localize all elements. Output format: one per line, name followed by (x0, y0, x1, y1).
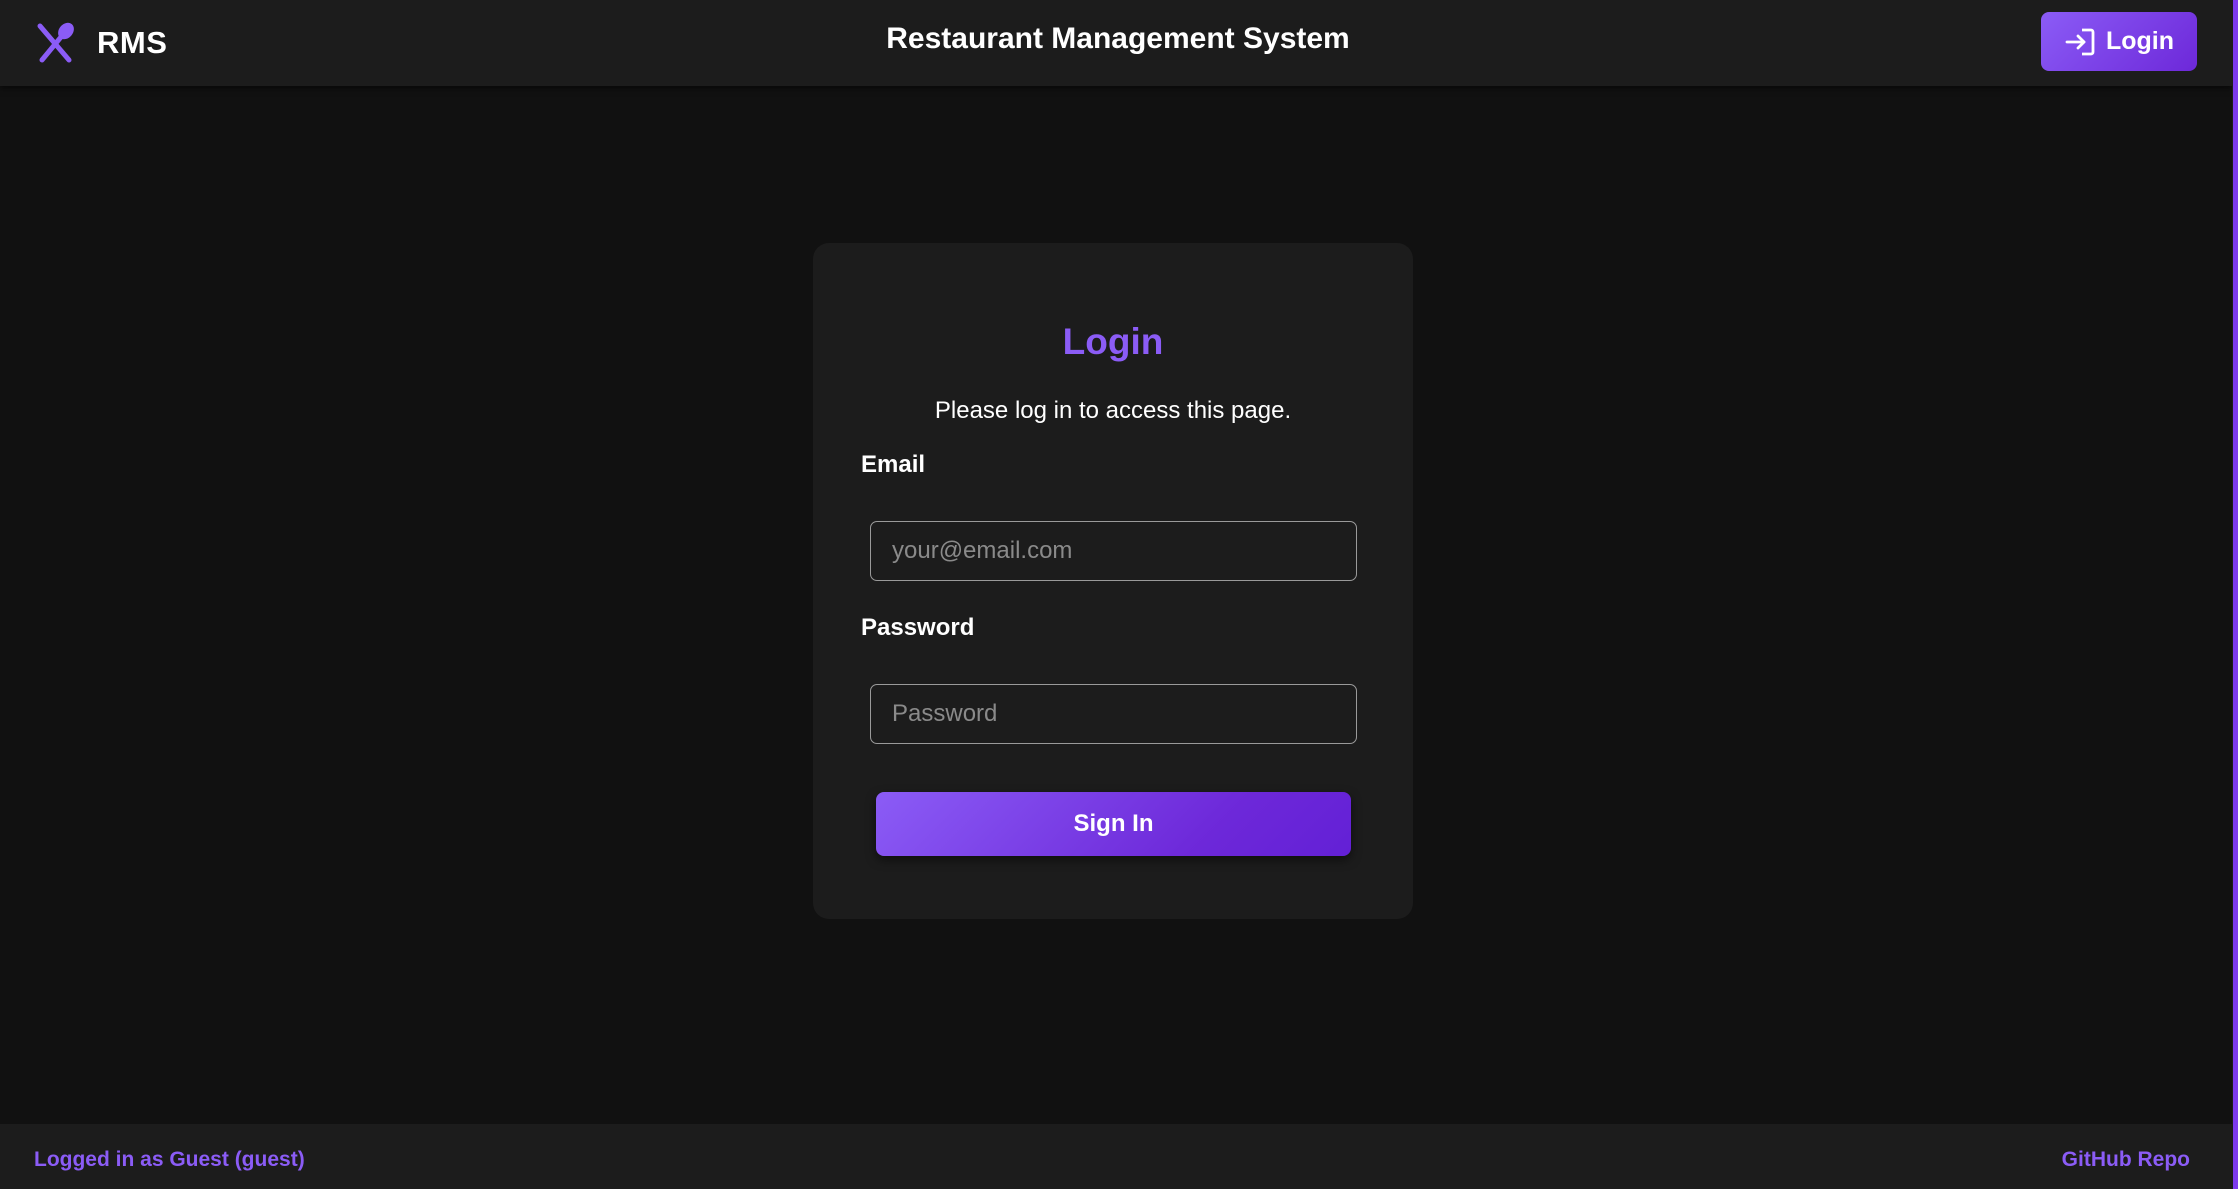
email-field[interactable] (870, 521, 1357, 581)
login-status: Logged in as Guest (guest) (34, 1148, 305, 1171)
login-title: Login (1062, 321, 1164, 362)
page: RMS Restaurant Management System Login L… (0, 0, 2238, 1189)
sign-in-button[interactable]: Sign In (876, 792, 1351, 856)
login-card: Login Please log in to access this page.… (813, 243, 1413, 919)
header-login-button[interactable]: Login (2041, 12, 2197, 71)
header-login-label: Login (2105, 27, 2175, 55)
login-subtitle: Please log in to access this page. (934, 397, 1292, 424)
page-title: Restaurant Management System (886, 22, 1350, 55)
password-label: Password (861, 614, 975, 641)
password-field[interactable] (870, 684, 1357, 744)
github-repo-link[interactable]: GitHub Repo (2062, 1148, 2190, 1172)
login-arrow-icon (2065, 28, 2095, 55)
scrollbar-thumb[interactable] (2233, 0, 2238, 1189)
footer: Logged in as Guest (guest) GitHub Repo (0, 1124, 2232, 1189)
top-navbar: RMS Restaurant Management System Login (0, 0, 2232, 86)
email-label: Email (861, 451, 926, 478)
